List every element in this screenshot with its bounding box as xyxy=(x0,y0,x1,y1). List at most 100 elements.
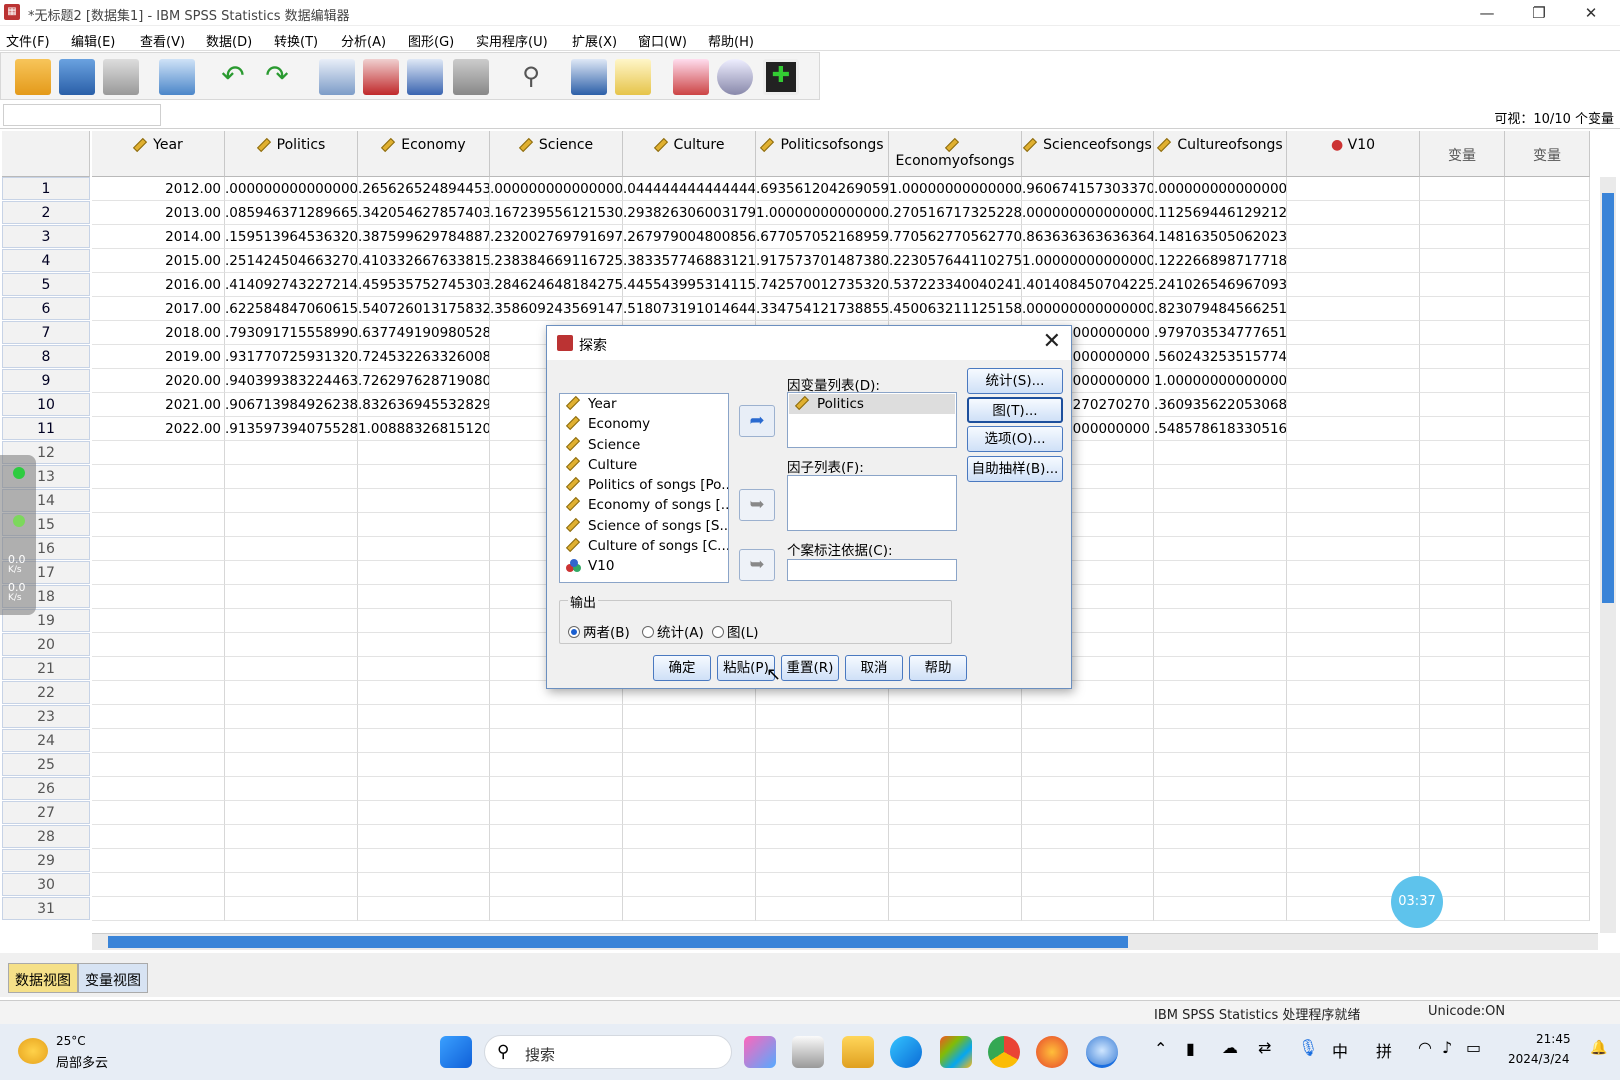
grid-cell[interactable] xyxy=(1022,897,1154,921)
grid-cell[interactable]: .284624648184275 xyxy=(490,273,623,297)
grid-cell[interactable]: 2015.00 xyxy=(92,249,225,273)
reset-button[interactable]: 重置(R) xyxy=(781,655,839,681)
grid-cell[interactable] xyxy=(889,897,1022,921)
grid-cell[interactable] xyxy=(1287,633,1420,657)
grid-cell[interactable]: .823079484566251 xyxy=(1154,297,1287,321)
grid-cell[interactable] xyxy=(1420,705,1505,729)
grid-cell[interactable] xyxy=(92,777,225,801)
grid-cell[interactable] xyxy=(623,849,756,873)
menu-graphs[interactable]: 图形(G) xyxy=(408,31,454,50)
grid-cell[interactable] xyxy=(1287,681,1420,705)
grid-cell[interactable] xyxy=(92,657,225,681)
grid-cell[interactable] xyxy=(358,897,490,921)
value-labels-icon[interactable] xyxy=(673,59,709,95)
grid-cell[interactable] xyxy=(889,849,1022,873)
column-header[interactable]: Scienceofsongs xyxy=(1022,131,1154,177)
grid-cell[interactable] xyxy=(1420,753,1505,777)
grid-cell[interactable] xyxy=(623,753,756,777)
grid-cell[interactable] xyxy=(92,441,225,465)
spss-taskbar-icon[interactable] xyxy=(1086,1036,1118,1068)
grid-cell[interactable] xyxy=(225,729,358,753)
grid-cell[interactable]: .334754121738855 xyxy=(756,297,889,321)
column-header[interactable]: Year xyxy=(92,131,225,177)
grid-cell[interactable] xyxy=(756,777,889,801)
grid-cell[interactable] xyxy=(1505,753,1590,777)
grid-cell[interactable] xyxy=(1154,705,1287,729)
grid-cell[interactable] xyxy=(490,729,623,753)
menu-window[interactable]: 窗口(W) xyxy=(638,31,687,50)
source-variable-item[interactable]: Economy of songs [... xyxy=(560,495,728,515)
copilot-icon[interactable] xyxy=(744,1036,776,1068)
find-binoculars-icon[interactable]: ⚲ xyxy=(513,59,549,95)
grid-cell[interactable] xyxy=(1420,441,1505,465)
grid-cell[interactable] xyxy=(358,729,490,753)
grid-cell[interactable] xyxy=(1287,825,1420,849)
grid-cell[interactable]: .232002769791697 xyxy=(490,225,623,249)
case-label-field[interactable] xyxy=(787,559,957,581)
grid-cell[interactable] xyxy=(1154,897,1287,921)
menu-view[interactable]: 查看(V) xyxy=(140,31,185,50)
open-folder-icon[interactable] xyxy=(15,59,51,95)
menu-data[interactable]: 数据(D) xyxy=(206,31,252,50)
grid-cell[interactable] xyxy=(1420,249,1505,273)
grid-cell[interactable]: .770562770562770 xyxy=(889,225,1022,249)
grid-cell[interactable]: .917573701487380 xyxy=(756,249,889,273)
grid-cell[interactable]: .342054627857403 xyxy=(358,201,490,225)
grid-cell[interactable]: .112569446129212 xyxy=(1154,201,1287,225)
grid-cell[interactable] xyxy=(1420,369,1505,393)
grid-cell[interactable] xyxy=(225,537,358,561)
grid-cell[interactable]: 2021.00 xyxy=(92,393,225,417)
clock-time[interactable]: 21:45 xyxy=(1536,1032,1571,1046)
column-header[interactable]: Politics xyxy=(225,131,358,177)
save-icon[interactable] xyxy=(59,59,95,95)
grid-cell[interactable]: .979703534777651 xyxy=(1154,321,1287,345)
grid-cell[interactable] xyxy=(1505,201,1590,225)
plots-button[interactable]: 图(T)... xyxy=(967,397,1063,423)
grid-cell[interactable] xyxy=(1154,585,1287,609)
grid-cell[interactable] xyxy=(1022,825,1154,849)
grid-cell[interactable]: .913597394075528 xyxy=(225,417,358,441)
grid-cell[interactable] xyxy=(1505,345,1590,369)
menu-analyze[interactable]: 分析(A) xyxy=(341,31,386,50)
grid-cell[interactable] xyxy=(1154,441,1287,465)
grid-cell[interactable] xyxy=(889,753,1022,777)
recall-dialog-icon[interactable] xyxy=(159,59,195,95)
grid-cell[interactable] xyxy=(225,753,358,777)
variables-icon[interactable] xyxy=(407,59,443,95)
grid-cell[interactable]: .540726013175832 xyxy=(358,297,490,321)
grid-cell[interactable]: .000000000000000 xyxy=(490,177,623,201)
task-view-icon[interactable] xyxy=(792,1036,824,1068)
cell-name-box[interactable] xyxy=(3,104,161,126)
firefox-icon[interactable] xyxy=(1036,1036,1068,1068)
menu-utilities[interactable]: 实用程序(U) xyxy=(476,31,548,50)
grid-cell[interactable]: .000000000000000 xyxy=(1022,297,1154,321)
grid-cell[interactable]: 2013.00 xyxy=(92,201,225,225)
grid-cell[interactable] xyxy=(1505,585,1590,609)
grid-cell[interactable]: .223057644110275 xyxy=(889,249,1022,273)
output-both-radio[interactable]: 两者(B) xyxy=(568,621,630,641)
grid-cell[interactable] xyxy=(358,705,490,729)
grid-cell[interactable]: 1.00888326815120 xyxy=(358,417,490,441)
grid-cell[interactable] xyxy=(92,633,225,657)
ok-button[interactable]: 确定 xyxy=(653,655,711,681)
grid-cell[interactable] xyxy=(1505,489,1590,513)
grid-cell[interactable]: .677057052168959 xyxy=(756,225,889,249)
close-window-button[interactable]: ✕ xyxy=(1568,0,1614,26)
grid-cell[interactable]: .832636945532829 xyxy=(358,393,490,417)
grid-cell[interactable] xyxy=(1420,585,1505,609)
use-sets-icon[interactable] xyxy=(717,59,753,95)
grid-cell[interactable]: .693561204269059 xyxy=(756,177,889,201)
grid-cell[interactable]: .267979004800856 xyxy=(623,225,756,249)
grid-cell[interactable] xyxy=(92,825,225,849)
grid-cell[interactable] xyxy=(1022,801,1154,825)
grid-cell[interactable] xyxy=(490,801,623,825)
transfer-icon[interactable]: ⇄ xyxy=(1258,1038,1271,1057)
grid-cell[interactable] xyxy=(889,801,1022,825)
grid-cell[interactable] xyxy=(1154,873,1287,897)
grid-cell[interactable] xyxy=(1505,537,1590,561)
source-variable-item[interactable]: Culture of songs [C... xyxy=(560,536,728,556)
grid-cell[interactable] xyxy=(225,489,358,513)
grid-cell[interactable] xyxy=(1154,633,1287,657)
horizontal-scrollbar[interactable] xyxy=(92,933,1598,950)
search-box[interactable]: ⚲ 搜索 xyxy=(484,1035,732,1069)
